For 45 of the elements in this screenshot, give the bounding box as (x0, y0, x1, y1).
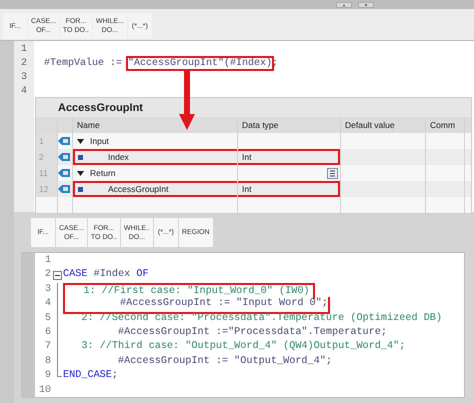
list-button-icon[interactable] (327, 168, 338, 178)
interface-icon (58, 169, 70, 177)
fold-icon[interactable] (52, 271, 62, 280)
code-line: #AccessGroupInt := "Output_Word_4"; (117, 354, 333, 369)
scroll-down-icon[interactable] (358, 2, 374, 8)
line-number: 6 (44, 326, 51, 340)
line-number: 3 (44, 282, 51, 297)
interface-icon (58, 137, 70, 145)
code-line: END_CASE; (63, 369, 120, 384)
line-number: 4 (20, 85, 28, 99)
bullet-icon (77, 186, 84, 192)
row-number: 11 (36, 165, 58, 181)
scroll-up-icon[interactable] (336, 2, 352, 8)
interface-icon (58, 185, 70, 193)
table-cell: Int (238, 149, 341, 165)
line-number: 4 (44, 297, 51, 312)
code-line: CASE #Index OF (63, 268, 150, 282)
code-line: 3: //Third case: "Output_Word_4" (QW4)Output_Word_4"; (80, 340, 406, 354)
line-number: 1 (44, 254, 51, 268)
parameter-name: Index (107, 151, 129, 164)
parameter-name: Return (90, 167, 116, 180)
line-number: 9 (44, 369, 51, 384)
bullet-icon (77, 154, 84, 160)
expand-arrow-icon[interactable] (77, 138, 84, 144)
interface-icon (58, 153, 70, 161)
expand-arrow-icon[interactable] (77, 170, 84, 176)
code-line: 2: //Second case: "Processdata".Temperature (Optimizeed DB) (80, 312, 444, 326)
code-line: #AccessGroupInt :="Processdata".Temperature; (117, 326, 388, 340)
line-number: 1 (20, 43, 28, 57)
arrow (179, 70, 195, 130)
row-number: 1 (36, 133, 58, 149)
line-number: 2 (20, 57, 28, 71)
line-number: 10 (38, 384, 51, 398)
row-number: 12 (36, 181, 58, 197)
parameter-name: Input (90, 135, 109, 148)
table-cell: Int (238, 181, 341, 197)
line-number: 7 (44, 340, 51, 354)
line-number: 2 (44, 268, 51, 282)
line-number: 3 (20, 71, 28, 85)
panel-title: AccessGroupInt (57, 101, 144, 116)
line-number: 5 (44, 312, 51, 326)
code-line: #TempValue := "AccessGroupInt"(#Index); (44, 57, 278, 71)
row-number: 2 (36, 149, 58, 165)
parameter-name: AccessGroupInt (107, 183, 168, 196)
line-number: 8 (44, 354, 51, 369)
